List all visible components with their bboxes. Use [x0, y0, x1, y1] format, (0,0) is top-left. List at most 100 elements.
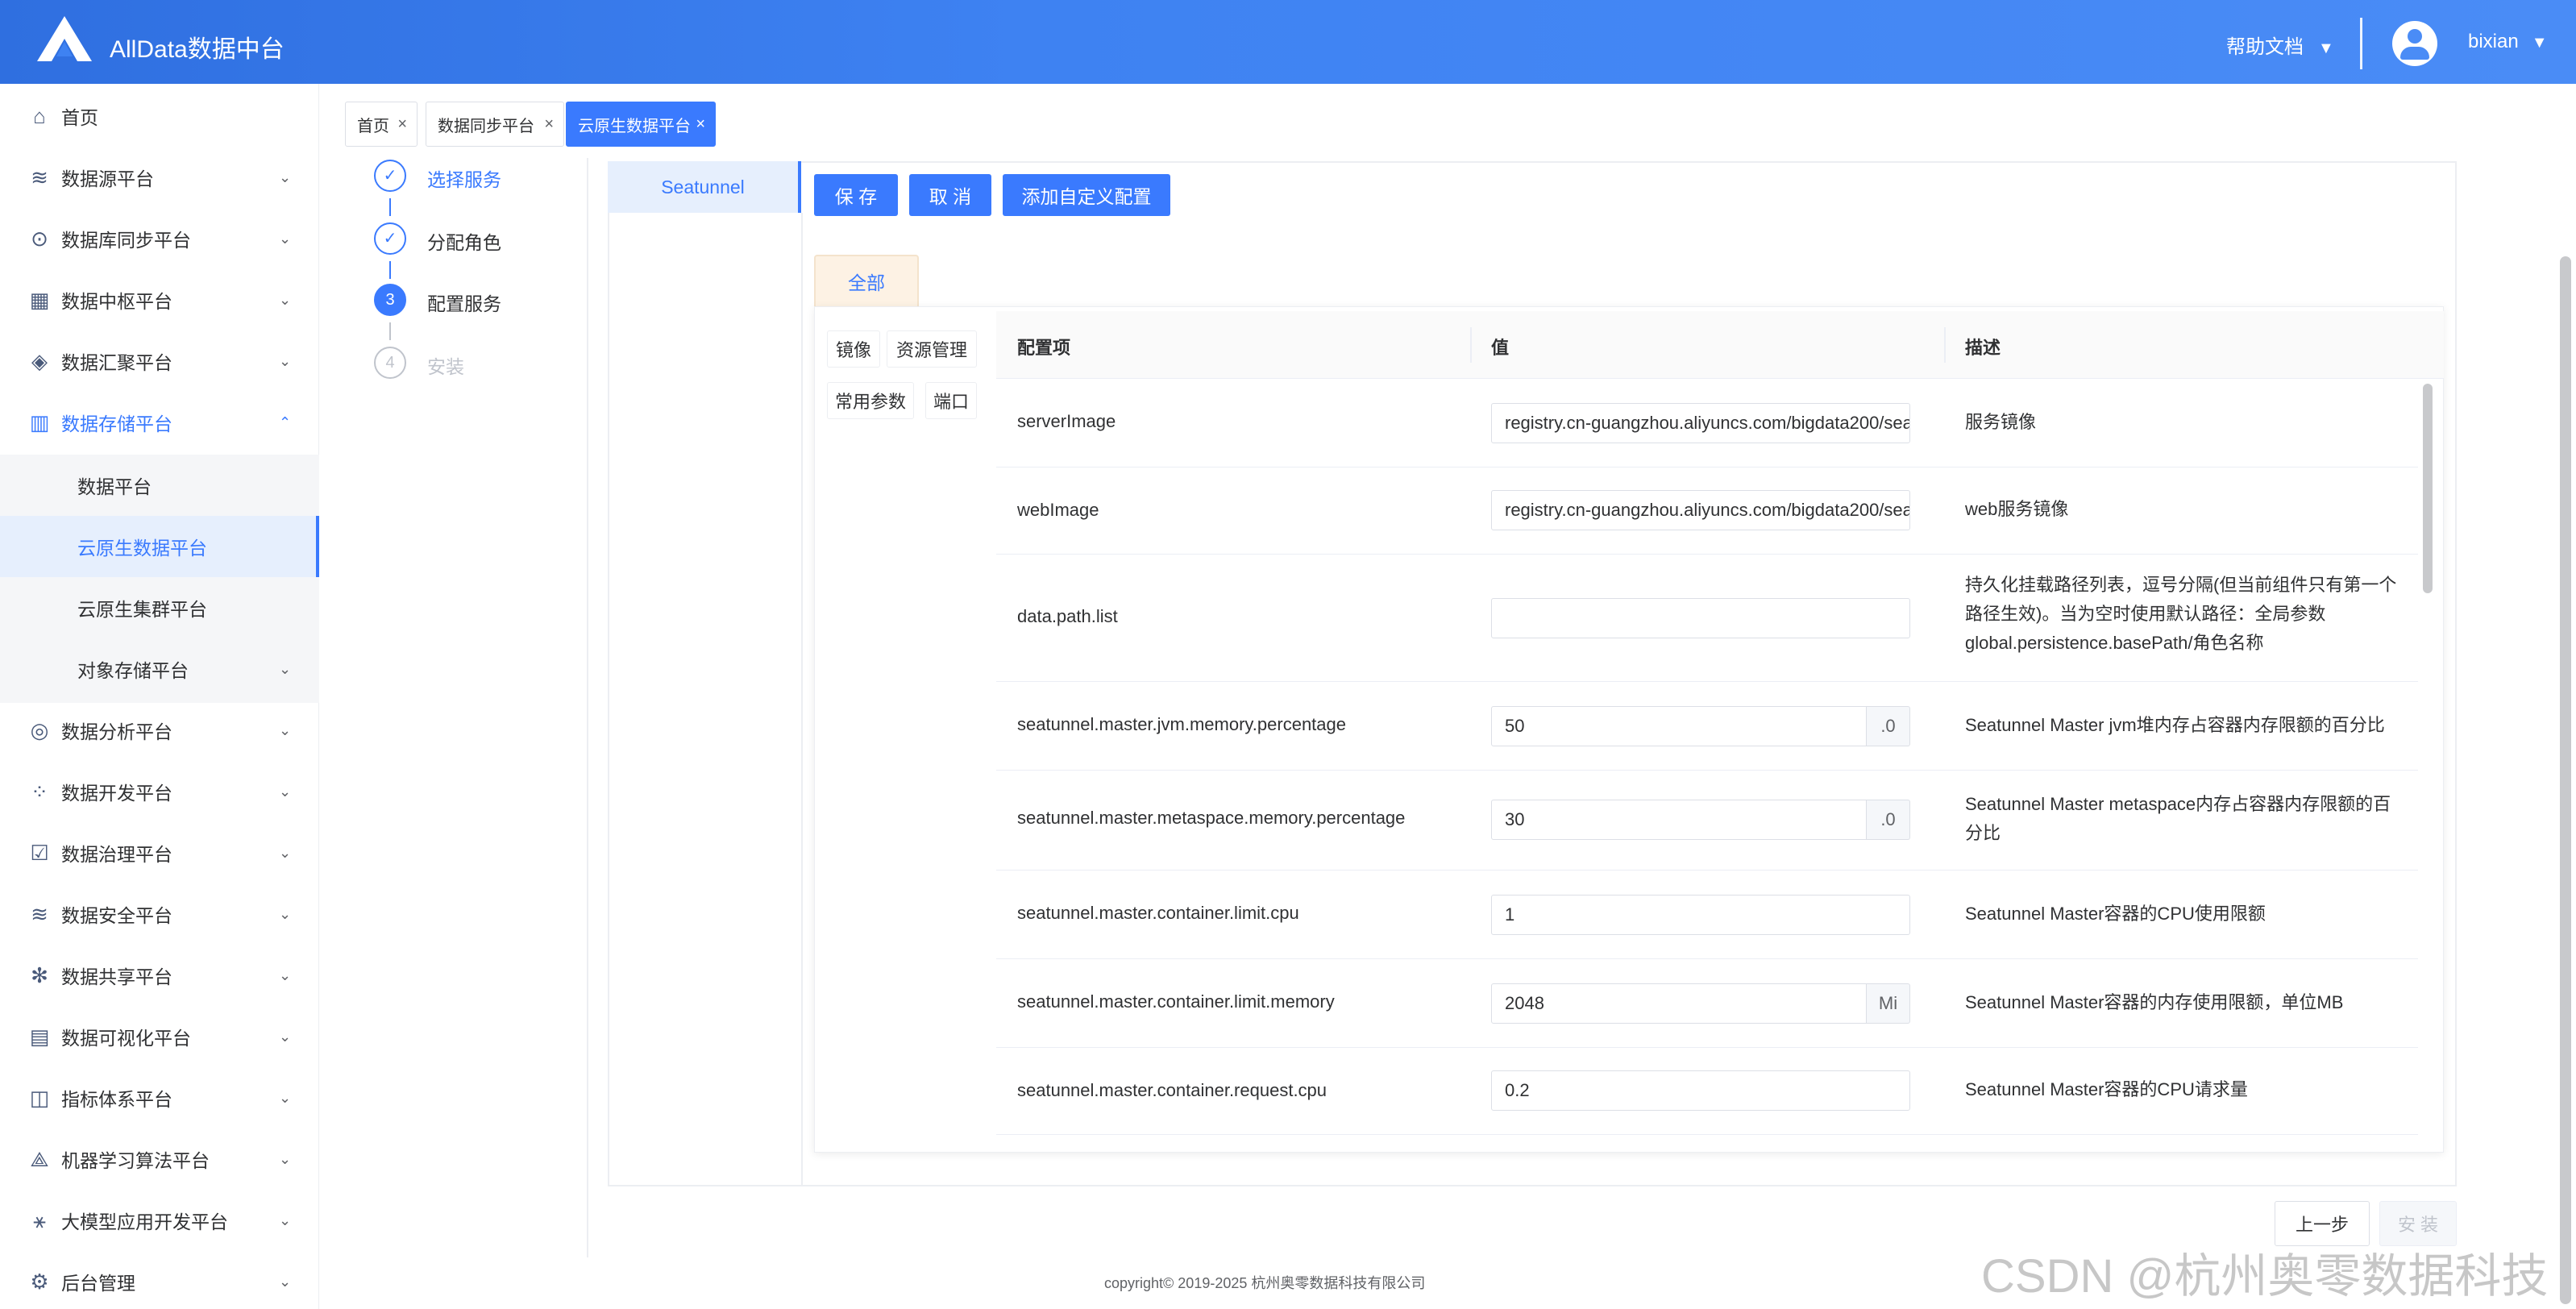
- sidebar-item-llm[interactable]: ⚹ 大模型应用开发平台 ⌄: [0, 1190, 319, 1251]
- app-title: AllData数据中台: [110, 36, 285, 63]
- config-key: seatunnel.master.container.limit.cpu: [1017, 903, 1299, 923]
- governance-icon: ☑: [30, 841, 49, 865]
- column-separator: [1944, 327, 1946, 363]
- config-value-input[interactable]: registry.cn-guangzhou.aliyuncs.com/bigda…: [1491, 490, 1910, 530]
- config-value-input[interactable]: 30: [1491, 800, 1867, 840]
- sidebar-item-label: 数据汇聚平台: [61, 352, 172, 373]
- chevron-down-icon: ⌄: [279, 1273, 292, 1290]
- step-label-install: 安装: [427, 356, 464, 377]
- sidebar-item-governance[interactable]: ☑ 数据治理平台 ⌄: [0, 822, 319, 883]
- column-header-desc: 描述: [1965, 338, 2001, 358]
- sidebar-item-label: 数据治理平台: [61, 844, 172, 865]
- sidebar-item-dbsync[interactable]: ⊙ 数据库同步平台 ⌄: [0, 208, 319, 269]
- group-common-params-button[interactable]: 常用参数: [827, 382, 914, 419]
- input-suffix: .0: [1867, 706, 1910, 746]
- config-value-input[interactable]: [1491, 598, 1910, 638]
- column-header-value: 值: [1491, 338, 1510, 358]
- avatar-body: [2400, 47, 2429, 60]
- admin-icon: ⚙: [30, 1270, 49, 1294]
- table-header: 配置项 值 描述: [996, 311, 2444, 379]
- caret-down-icon: ▼: [2318, 39, 2334, 57]
- close-icon[interactable]: ×: [397, 115, 407, 134]
- sidebar-item-aggregate[interactable]: ◈ 数据汇聚平台 ⌄: [0, 330, 319, 392]
- chevron-down-icon: ⌄: [279, 1150, 292, 1167]
- sidebar-item-label: 数据源平台: [61, 168, 154, 189]
- step-connector: [389, 198, 391, 216]
- tab-all[interactable]: 全部: [814, 255, 919, 306]
- tab-data-sync[interactable]: 数据同步平台 ×: [426, 102, 564, 147]
- column-separator: [1470, 327, 1472, 363]
- sidebar-item-storage[interactable]: ▥ 数据存储平台 ⌃: [0, 392, 319, 453]
- security-icon: ≋: [31, 902, 48, 926]
- database-icon: ≋: [31, 165, 48, 189]
- step-connector: [389, 261, 391, 279]
- home-icon: ⌂: [33, 104, 46, 128]
- sidebar-item-metrics[interactable]: ◫ 指标体系平台 ⌄: [0, 1067, 319, 1128]
- sidebar-subitem-label: 云原生数据平台: [77, 538, 207, 559]
- sidebar-item-share[interactable]: ✻ 数据共享平台 ⌄: [0, 945, 319, 1006]
- tab-label: 数据同步平台: [438, 117, 534, 135]
- caret-down-icon: ▼: [2531, 34, 2548, 52]
- page-scrollbar[interactable]: [2560, 256, 2571, 1304]
- column-header-key: 配置项: [1017, 338, 1071, 358]
- input-suffix: Mi: [1867, 983, 1910, 1024]
- avatar[interactable]: [2392, 21, 2437, 66]
- group-port-button[interactable]: 端口: [925, 382, 977, 419]
- sidebar-subitem-label: 云原生集群平台: [77, 599, 207, 620]
- chevron-down-icon: ⌄: [279, 844, 292, 861]
- service-tab-seatunnel[interactable]: Seatunnel: [608, 161, 801, 213]
- config-key: seatunnel.master.container.limit.memory: [1017, 991, 1335, 1012]
- username-label: bixian: [2468, 31, 2519, 52]
- sidebar-item-hub[interactable]: ▦ 数据中枢平台 ⌄: [0, 269, 319, 330]
- sidebar-subitem-cloud-native-data[interactable]: 云原生数据平台: [0, 516, 319, 577]
- header-divider: [2360, 18, 2362, 69]
- sidebar-item-analysis[interactable]: ◎ 数据分析平台 ⌄: [0, 700, 319, 761]
- sidebar-item-dev[interactable]: ⁘ 数据开发平台 ⌄: [0, 761, 319, 822]
- config-key: webImage: [1017, 500, 1099, 520]
- config-value-input[interactable]: 1: [1491, 895, 1910, 935]
- cancel-button[interactable]: 取 消: [909, 174, 991, 216]
- sidebar-item-label: 机器学习算法平台: [61, 1150, 210, 1171]
- help-docs-menu[interactable]: 帮助文档 ▼: [2226, 31, 2334, 59]
- sidebar-item-security[interactable]: ≋ 数据安全平台 ⌄: [0, 883, 319, 945]
- group-image-button[interactable]: 镜像: [827, 330, 880, 368]
- sidebar-item-visualization[interactable]: ▤ 数据可视化平台 ⌄: [0, 1006, 319, 1067]
- tab-home[interactable]: 首页 ×: [345, 102, 418, 147]
- input-suffix: .0: [1867, 800, 1910, 840]
- sidebar-subitem-label: 数据平台: [77, 476, 152, 497]
- sidebar-subitem-data-platform[interactable]: 数据平台: [0, 455, 319, 516]
- close-icon[interactable]: ×: [696, 115, 705, 134]
- close-icon[interactable]: ×: [544, 115, 554, 134]
- add-custom-config-button[interactable]: 添加自定义配置: [1003, 174, 1170, 216]
- avatar-head: [2408, 29, 2422, 44]
- chevron-down-icon: ⌄: [279, 1089, 292, 1106]
- config-desc: Seatunnel Master metaspace内存占容器内存限额的百分比: [1965, 794, 2391, 843]
- user-menu[interactable]: bixian ▼: [2468, 31, 2548, 53]
- chevron-down-icon: ⌄: [279, 168, 292, 185]
- sidebar-item-label: 数据中枢平台: [61, 291, 172, 312]
- sidebar-item-admin[interactable]: ⚙ 后台管理 ⌄: [0, 1251, 319, 1309]
- config-value-input[interactable]: registry.cn-guangzhou.aliyuncs.com/bigda…: [1491, 403, 1910, 443]
- config-value-input[interactable]: 0.2: [1491, 1070, 1910, 1111]
- sidebar-item-home[interactable]: ⌂ 首页: [0, 85, 319, 147]
- chevron-down-icon: ⌄: [279, 660, 292, 677]
- sidebar-item-ml[interactable]: ⟁ 机器学习算法平台 ⌄: [0, 1128, 319, 1190]
- sync-icon: ⊙: [31, 226, 48, 251]
- share-icon: ✻: [31, 963, 48, 987]
- config-value-input[interactable]: 2048: [1491, 983, 1867, 1024]
- sidebar-item-label: 后台管理: [61, 1273, 135, 1294]
- sidebar-subitem-object-storage[interactable]: 对象存储平台 ⌄: [0, 638, 319, 700]
- step-connector: [389, 322, 391, 340]
- sidebar-item-datasource[interactable]: ≋ 数据源平台 ⌄: [0, 147, 319, 208]
- tab-cloud-native-data[interactable]: 云原生数据平台 ×: [566, 102, 716, 147]
- config-desc: 持久化挂载路径列表，逗号分隔(但当前组件只有第一个路径生效)。当为空时使用默认路…: [1965, 575, 2397, 653]
- table-scrollbar[interactable]: [2423, 384, 2433, 593]
- config-key: data.path.list: [1017, 606, 1118, 626]
- group-resource-button[interactable]: 资源管理: [887, 330, 977, 368]
- sidebar-subitem-cloud-native-cluster[interactable]: 云原生集群平台: [0, 577, 319, 638]
- save-button[interactable]: 保 存: [814, 174, 898, 216]
- config-value-input[interactable]: 50: [1491, 706, 1867, 746]
- tab-label: 云原生数据平台: [578, 117, 691, 135]
- chevron-down-icon: ⌄: [279, 966, 292, 983]
- help-docs-label: 帮助文档: [2226, 36, 2304, 58]
